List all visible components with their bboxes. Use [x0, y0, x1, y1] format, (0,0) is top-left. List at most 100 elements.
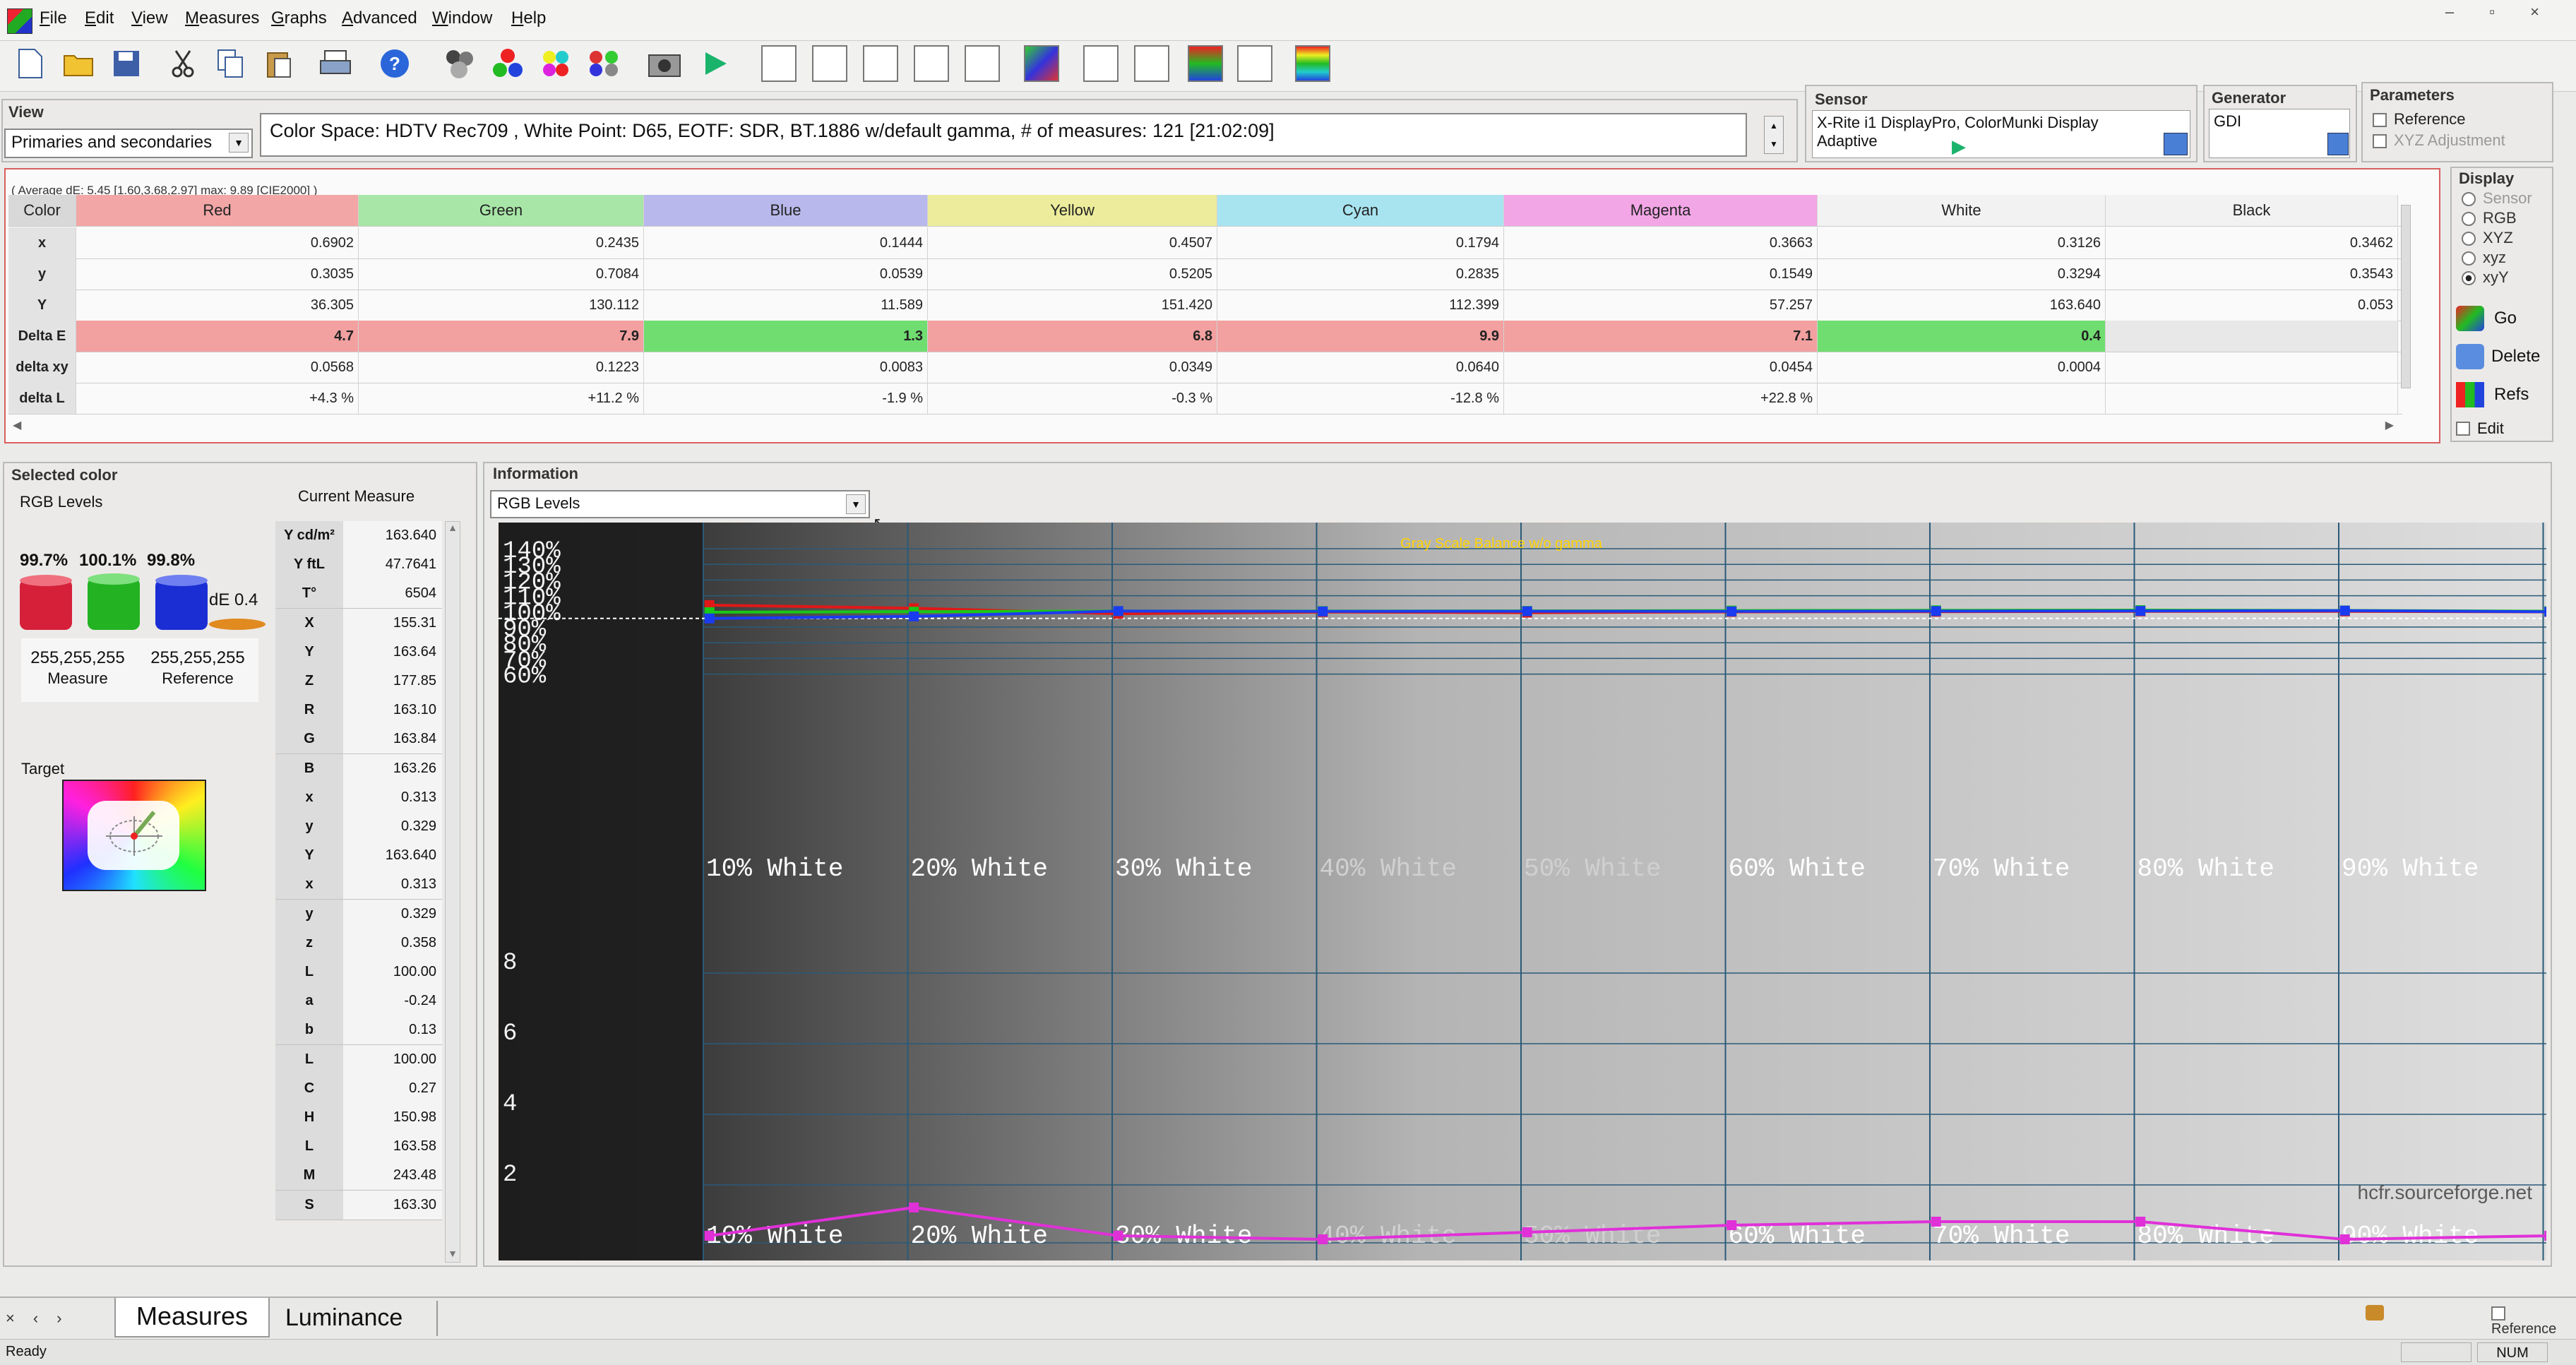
table-cell[interactable]: 6.8 — [928, 321, 1217, 352]
delete-button[interactable]: Delete — [2456, 340, 2552, 373]
table-cell[interactable]: 0.5205 — [928, 258, 1217, 290]
table-cell[interactable]: 112.399 — [1217, 290, 1504, 321]
table-cell[interactable]: 7.9 — [359, 321, 644, 352]
menu-file[interactable]: File — [40, 8, 67, 28]
table-cell[interactable]: 0.3035 — [76, 258, 359, 290]
table-cell[interactable]: 163.640 — [1818, 290, 2106, 321]
camera-icon[interactable] — [647, 44, 682, 83]
column-header-black[interactable]: Black — [2106, 195, 2398, 226]
table-cell[interactable]: 0.0349 — [928, 352, 1217, 383]
table-cell[interactable]: 7.1 — [1504, 321, 1818, 352]
cie-chart-icon[interactable] — [1024, 44, 1059, 83]
menu-measures[interactable]: Measures — [185, 8, 259, 28]
column-header-red[interactable]: Red — [76, 195, 359, 226]
table-cell[interactable]: 0.6902 — [76, 227, 359, 258]
spectrum-view-icon[interactable] — [1295, 44, 1330, 83]
play-icon[interactable] — [698, 44, 733, 83]
table-cell[interactable]: -1.9 % — [644, 383, 928, 414]
table-cell[interactable]: 0.0083 — [644, 352, 928, 383]
menu-help[interactable]: Help — [511, 8, 546, 28]
saturation-view-icon[interactable] — [1134, 44, 1169, 83]
save-icon[interactable] — [109, 44, 144, 83]
column-header-blue[interactable]: Blue — [644, 195, 928, 226]
cut-icon[interactable] — [165, 44, 201, 83]
measure-secondaries-icon[interactable] — [538, 44, 573, 83]
view-mode-select[interactable]: Primaries and secondaries ▼ — [4, 129, 253, 158]
table-cell[interactable]: 0.3294 — [1818, 258, 2106, 290]
table-cell[interactable]: 0.4507 — [928, 227, 1217, 258]
information-graph-select[interactable]: RGB Levels ▼ — [490, 490, 870, 518]
table-cell[interactable]: 36.305 — [76, 290, 359, 321]
tab-nav-buttons[interactable]: ×‹› — [6, 1309, 80, 1328]
table-cell[interactable] — [1818, 383, 2106, 414]
table-cell[interactable] — [2106, 383, 2398, 414]
column-header-white[interactable]: White — [1818, 195, 2106, 226]
display-option-xyz[interactable]: xyz — [2462, 249, 2506, 267]
column-header-magenta[interactable]: Magenta — [1504, 195, 1818, 226]
sensor-config-icon[interactable] — [2164, 133, 2188, 155]
table-cell[interactable]: +22.8 % — [1504, 383, 1818, 414]
table-cell[interactable]: 4.7 — [76, 321, 359, 352]
window-controls[interactable]: – ▫ × — [2445, 3, 2555, 21]
column-header-green[interactable]: Green — [359, 195, 644, 226]
table-cell[interactable]: 0.1223 — [359, 352, 644, 383]
generator-config-icon[interactable] — [2327, 133, 2349, 155]
column-header-cyan[interactable]: Cyan — [1217, 195, 1504, 226]
xyz-adjust-checkbox[interactable]: XYZ Adjustment — [2373, 131, 2505, 150]
table-cell[interactable]: 9.9 — [1217, 321, 1504, 352]
print-icon[interactable] — [318, 44, 353, 83]
menu-advanced[interactable]: Advanced — [342, 8, 417, 28]
tab-measures[interactable]: Measures — [114, 1298, 270, 1337]
table-cell[interactable]: 0.3462 — [2106, 227, 2398, 258]
table-cell[interactable]: 0.0640 — [1217, 352, 1504, 383]
luminance-graph-icon[interactable] — [761, 44, 797, 83]
table-cell[interactable]: 0.0539 — [644, 258, 928, 290]
open-folder-icon[interactable] — [61, 44, 96, 83]
color-temp-graph-icon[interactable] — [965, 44, 1000, 83]
table-cell[interactable]: +4.3 % — [76, 383, 359, 414]
column-header-color[interactable]: Color — [8, 195, 76, 226]
table-cell[interactable]: 0.2835 — [1217, 258, 1504, 290]
copy-icon[interactable] — [213, 44, 249, 83]
sensor-box[interactable]: X-Rite i1 DisplayPro, ColorMunki Display… — [1812, 110, 2190, 158]
table-cell[interactable] — [2106, 321, 2398, 352]
table-cell[interactable]: 1.3 — [644, 321, 928, 352]
table-cell[interactable]: 130.112 — [359, 290, 644, 321]
table-cell[interactable]: 0.0568 — [76, 352, 359, 383]
status-reference-checkbox[interactable]: Reference — [2491, 1305, 2576, 1337]
table-cell[interactable]: -0.3 % — [928, 383, 1217, 414]
measure-gray-icon[interactable] — [442, 44, 477, 83]
column-header-yellow[interactable]: Yellow — [928, 195, 1217, 226]
display-option-sensor[interactable]: Sensor — [2462, 189, 2532, 208]
display-option-rgb[interactable]: RGB — [2462, 209, 2517, 227]
table-cell[interactable]: 0.1549 — [1504, 258, 1818, 290]
display-option-xyz[interactable]: XYZ — [2462, 229, 2513, 247]
go-button[interactable]: Go — [2456, 302, 2552, 335]
saturation-shift-icon[interactable] — [1237, 44, 1272, 83]
table-cell[interactable]: 0.1794 — [1217, 227, 1504, 258]
menu-window[interactable]: Window — [432, 8, 492, 28]
table-cell[interactable]: -12.8 % — [1217, 383, 1504, 414]
rgb-levels-graph-icon[interactable] — [914, 44, 949, 83]
menu-edit[interactable]: Edit — [85, 8, 114, 28]
table-cell[interactable]: 151.420 — [928, 290, 1217, 321]
table-cell[interactable]: 0.0454 — [1504, 352, 1818, 383]
table-vscrollbar[interactable] — [2401, 205, 2411, 388]
refs-button[interactable]: Refs — [2456, 378, 2552, 411]
tab-luminance[interactable]: Luminance — [275, 1301, 438, 1336]
table-cell[interactable]: 0.7084 — [359, 258, 644, 290]
table-cell[interactable]: 0.3543 — [2106, 258, 2398, 290]
table-cell[interactable] — [2106, 352, 2398, 383]
menu-graphs[interactable]: Graphs — [271, 8, 327, 28]
table-cell[interactable]: 0.053 — [2106, 290, 2398, 321]
paste-icon[interactable] — [261, 44, 297, 83]
gamma-graph-icon[interactable] — [812, 44, 847, 83]
table-cell[interactable]: 0.4 — [1818, 321, 2106, 352]
table-cell[interactable]: 0.3126 — [1818, 227, 2106, 258]
new-document-icon[interactable] — [13, 44, 48, 83]
rgb-graph-icon[interactable] — [863, 44, 898, 83]
edit-checkbox[interactable]: Edit — [2456, 417, 2552, 441]
measure-primaries-icon[interactable] — [490, 44, 525, 83]
table-cell[interactable]: 11.589 — [644, 290, 928, 321]
measures-view-icon[interactable] — [1083, 44, 1119, 83]
